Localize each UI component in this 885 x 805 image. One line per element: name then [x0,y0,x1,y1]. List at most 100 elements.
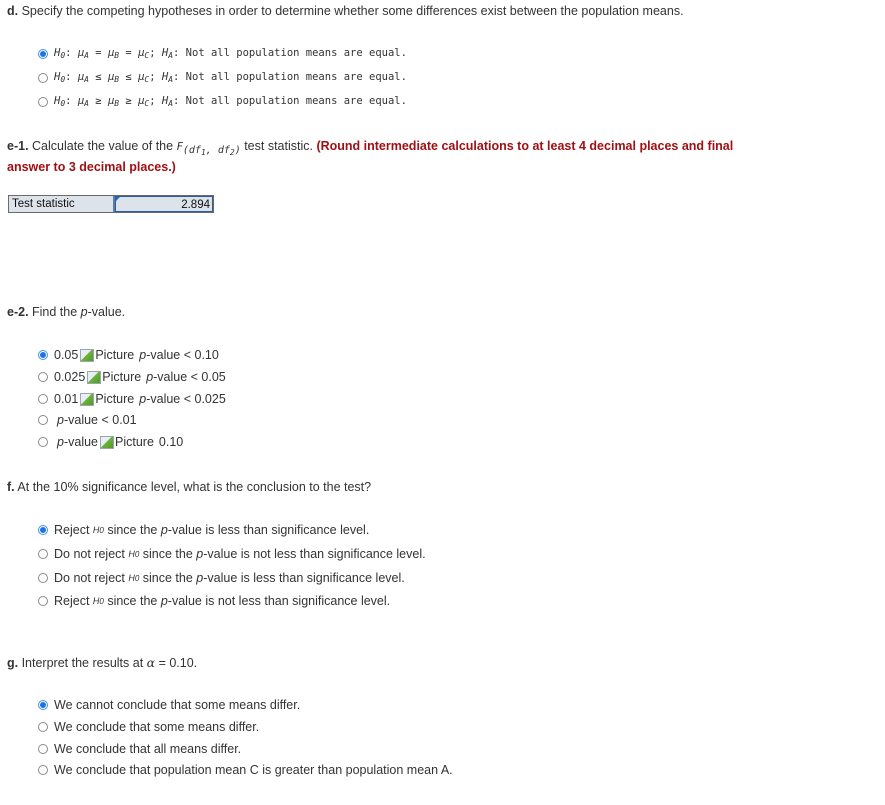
p-italic: p [57,413,64,427]
option-text-mid: since the [103,594,161,608]
broken-picture: Picture [100,435,154,449]
conclusion-option[interactable]: Do not reject H0 since the p -value is le… [38,571,405,585]
picture-alt-text: Picture [115,435,154,449]
conclusion-option[interactable]: Do not reject H0 since the p -value is no… [38,547,426,561]
part-g-label: g. [7,656,19,670]
mu-subscript: B [114,75,120,84]
p-value-option[interactable]: p -value < 0.01 [38,413,137,427]
part-e1-question: e-1. Calculate the value of the F(df1, d… [7,139,733,157]
p-italic: p [146,370,154,384]
radio-button[interactable] [38,525,48,535]
conclusion-option[interactable]: Reject H0 since the p -value is less than… [38,523,369,537]
part-g-text-pre: Interpret the results at [18,656,147,670]
mu-subscript: C [144,99,150,108]
interpretation-option[interactable]: We conclude that all means differ. [38,742,241,756]
radio-button[interactable] [38,415,48,425]
hypothesis-option[interactable]: H0: μA = μB = μC; HA: Not all population… [38,47,407,60]
part-e2-question: e-2. Find the p-value. [7,305,125,319]
picture-alt-text: Picture [95,392,135,406]
option-text-post: -value is not less than significance lev… [167,594,391,608]
p-value-option[interactable]: 0.01 Picture p -value < 0.025 [38,392,226,406]
broken-picture: Picture [87,370,141,384]
option-text-pre: Do not reject [54,547,129,561]
p-italic: p [57,435,64,449]
option-text: We conclude that some means differ. [54,720,260,734]
test-statistic-label: Test statistic [9,196,115,212]
part-g-question: g. Interpret the results at α = 0.10. [7,655,197,670]
h0-subscript: 0 [60,51,66,60]
part-e1-label: e-1. [7,139,29,153]
radio-button[interactable] [38,394,48,404]
alpha-symbol: α [146,655,156,670]
broken-picture: Picture [80,392,134,406]
option-text: -value [63,435,98,449]
ha-subscript: A [168,75,174,84]
ha-subscript: A [168,99,174,108]
radio-button[interactable] [38,72,48,83]
h0-subscript: 0 [60,75,66,84]
radio-button[interactable] [38,437,48,447]
option-text: -value < 0.10 [146,348,219,362]
option-text: -value < 0.05 [153,370,226,384]
part-d-question: d. Specify the competing hypotheses in o… [7,4,684,18]
p-italic: p [196,547,204,561]
option-text-pre: Do not reject [54,571,129,585]
radio-button[interactable] [38,700,48,710]
h0-subscript: 0 [60,99,66,108]
interpretation-option[interactable]: We conclude that some means differ. [38,720,259,734]
mu-subscript: A [84,51,89,60]
hypothesis-text: H0: μA = μB = μC; HA: Not all population… [54,47,407,60]
hypothesis-option[interactable]: H0: μA ≤ μB ≤ μC; HA: Not all population… [38,71,407,84]
hypothesis-text: H0: μA ≤ μB ≤ μC; HA: Not all population… [54,71,407,84]
broken-image-icon [80,392,95,406]
radio-button[interactable] [38,573,48,583]
df-open: (df [182,145,201,156]
option-text: -value < 0.01 [63,413,137,427]
p-value-option[interactable]: 0.025 Picture p -value < 0.05 [38,370,226,384]
option-lower-bound: 0.025 [54,370,86,384]
p-italic: p [160,523,168,537]
option-threshold: 0.10 [158,435,184,449]
radio-button[interactable] [38,372,48,382]
option-text-mid: since the [139,571,197,585]
test-statistic-input[interactable]: 2.894 [115,196,213,212]
mu-subscript: B [114,51,120,60]
part-e1-text-post: test statistic. [240,139,317,153]
part-d-label: d. [7,4,19,18]
df-comma: , df [205,145,230,156]
option-text-mid: since the [139,547,197,561]
option-text-post: -value is not less than significance lev… [203,547,426,561]
picture-alt-text: Picture [95,348,135,362]
picture-alt-text: Picture [102,370,142,384]
conclusion-option[interactable]: Reject H0 since the p -value is not less … [38,594,390,608]
p-value-option[interactable]: p -value Picture 0.10 [38,435,183,449]
radio-button[interactable] [38,744,48,754]
rounding-instruction-line1: (Round intermediate calculations to at l… [316,139,734,153]
hypothesis-option[interactable]: H0: μA ≥ μB ≥ μC; HA: Not all population… [38,95,407,108]
p-value-option[interactable]: 0.05 Picture p -value < 0.10 [38,348,219,362]
radio-button[interactable] [38,722,48,732]
part-e1-text-pre: Calculate the value of the [28,139,177,153]
broken-image-icon [87,370,102,384]
mu-subscript: C [144,75,150,84]
radio-button[interactable] [38,549,48,559]
radio-button[interactable] [38,350,48,360]
broken-image-icon [100,435,114,449]
radio-button[interactable] [38,48,48,59]
radio-button[interactable] [38,96,48,107]
interpretation-option[interactable]: We conclude that population mean C is gr… [38,763,453,777]
mu-subscript: B [114,99,120,108]
p-italic: p [196,571,204,585]
mu-subscript: A [84,75,89,84]
p-italic: p [139,392,147,406]
broken-picture: Picture [80,348,134,362]
interpretation-option[interactable]: We cannot conclude that some means diffe… [38,698,300,712]
p-italic: p [139,348,147,362]
ha-subscript: A [168,51,174,60]
radio-button[interactable] [38,765,48,775]
radio-button[interactable] [38,596,48,606]
part-e2-text-post: -value. [87,305,126,319]
f-args: (df1, df2) [182,145,241,157]
p-italic: p [80,305,88,319]
part-e2-text-pre: Find the [28,305,81,319]
